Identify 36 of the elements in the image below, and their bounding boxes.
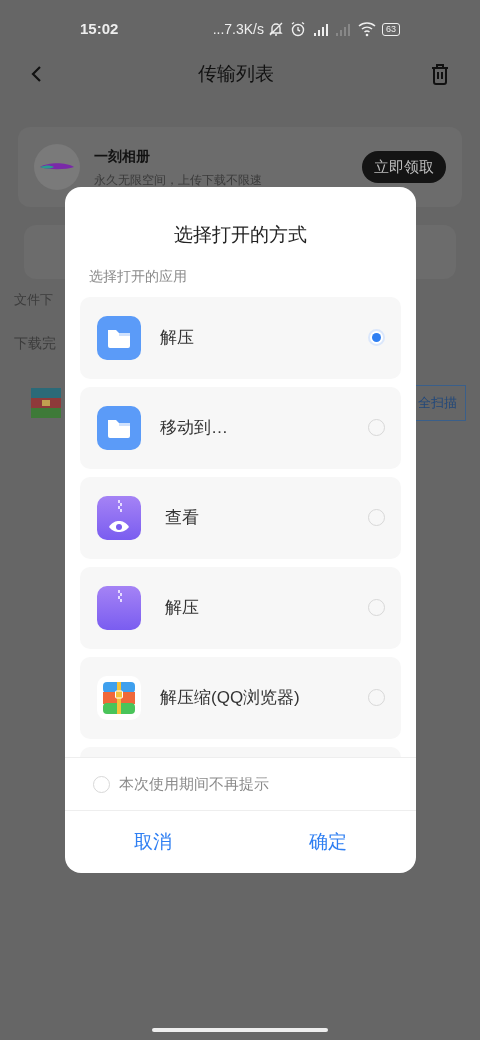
page-title: 传输列表 — [197, 61, 275, 86]
confirm-button[interactable]: 确定 — [305, 827, 352, 857]
zip-icon — [97, 585, 141, 630]
promo-name: 一刻相册 — [94, 146, 151, 166]
app-option[interactable]: 解压 — [80, 566, 401, 649]
app-name: 移动到… — [160, 416, 229, 439]
folder-icon — [97, 315, 141, 360]
cancel-button[interactable]: 取消 — [129, 827, 176, 857]
wifi-icon — [358, 21, 376, 37]
app-option[interactable]: 解压 — [80, 296, 401, 379]
app-name: 解压 — [165, 596, 200, 619]
app-option[interactable]: 解压缩(QQ浏览器) — [80, 656, 401, 739]
back-icon[interactable] — [30, 65, 42, 83]
app-name: 查看 — [165, 506, 200, 529]
alarm-icon — [290, 21, 306, 37]
app-option[interactable]: 查看 — [80, 476, 401, 559]
radio-button[interactable] — [368, 329, 385, 346]
app-option[interactable]: 移动到… — [80, 386, 401, 469]
network-speed: ...7.3K/s — [212, 19, 264, 39]
dialog-subtitle: 选择打开的应用 — [89, 266, 188, 286]
trash-icon[interactable] — [430, 63, 450, 85]
feather-logo-icon — [40, 163, 74, 171]
bell-off-icon — [268, 21, 284, 37]
signal-weak-icon — [334, 21, 352, 37]
status-time: 15:02 — [80, 18, 119, 39]
archive-box-icon — [31, 388, 61, 418]
dialog-title: 选择打开的方式 — [173, 223, 308, 247]
battery-level: 63 — [382, 22, 400, 36]
app-name: 解压缩(QQ浏览器) — [160, 686, 301, 709]
app-name: 解压 — [160, 326, 195, 349]
archive-box-icon — [97, 675, 141, 720]
claim-button[interactable]: 立即领取 — [362, 151, 446, 183]
folder-icon — [97, 405, 141, 450]
zip-eye-icon — [97, 495, 141, 540]
remember-label: 本次使用期间不再提示 — [119, 773, 269, 794]
signal-icon — [312, 21, 330, 37]
